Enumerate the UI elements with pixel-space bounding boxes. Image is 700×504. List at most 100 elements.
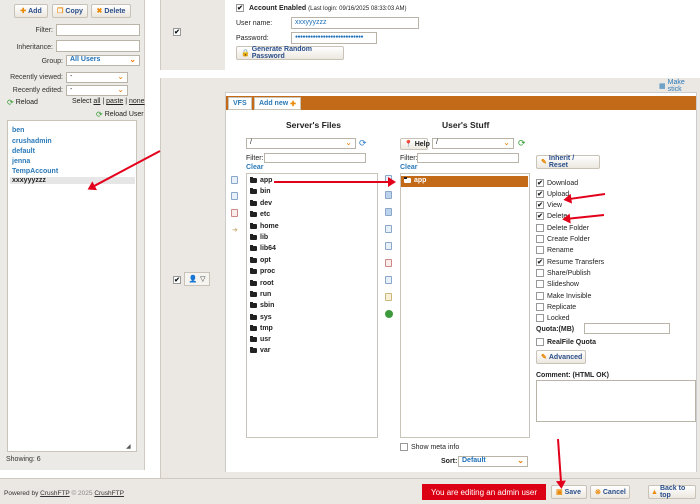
- advanced-button[interactable]: ✎ Advanced: [536, 350, 586, 364]
- user-path-select[interactable]: /: [432, 138, 514, 149]
- crushftp-copyright-link[interactable]: CrushFTP: [94, 490, 124, 497]
- server-path-select[interactable]: /: [246, 138, 356, 149]
- server-folder-row[interactable]: home: [250, 223, 279, 230]
- list-item-user-selected[interactable]: xxxyyyzzz: [10, 177, 135, 184]
- permission-checkbox[interactable]: ✔: [536, 179, 544, 187]
- cancel-button[interactable]: ⊗ Cancel: [590, 485, 630, 499]
- permission-checkbox[interactable]: [536, 246, 544, 254]
- password-input[interactable]: ●●●●●●●●●●●●●●●●●●●●●●●●●●●: [291, 32, 377, 44]
- user-filter-input[interactable]: [56, 24, 140, 36]
- user-clear-link[interactable]: Clear: [400, 164, 418, 171]
- inherit-reset-button[interactable]: ✎ Inherit / Reset: [536, 155, 600, 169]
- permission-checkbox[interactable]: ✔: [536, 212, 544, 220]
- crushftp-link[interactable]: CrushFTP: [40, 490, 70, 497]
- list-item-user[interactable]: ben: [12, 127, 24, 134]
- user-folder-row[interactable]: app: [404, 177, 426, 184]
- permission-checkbox[interactable]: [536, 292, 544, 300]
- permission-rename[interactable]: Rename: [536, 246, 573, 254]
- permission-slideshow[interactable]: Slideshow: [536, 280, 579, 288]
- refresh-tree-icon[interactable]: ⟳: [359, 138, 367, 149]
- globe-icon[interactable]: [385, 310, 393, 318]
- server-folder-row[interactable]: sys: [250, 314, 272, 321]
- user-menu-button[interactable]: 👤 ▽: [184, 272, 210, 286]
- account-enabled-checkbox[interactable]: ✔: [236, 4, 244, 12]
- permission-checkbox[interactable]: ✔: [536, 258, 544, 266]
- server-folder-row[interactable]: tmp: [250, 325, 273, 332]
- permission-download[interactable]: ✔ Download: [536, 179, 578, 187]
- server-folder-row[interactable]: etc: [250, 211, 270, 218]
- permission-checkbox[interactable]: ✔: [536, 190, 544, 198]
- image-icon[interactable]: [385, 208, 392, 216]
- server-filter-input[interactable]: [264, 153, 366, 163]
- show-meta-checkbox[interactable]: [400, 443, 408, 451]
- delete-user-button[interactable]: ✖ Delete: [91, 4, 131, 18]
- server-folder-row[interactable]: run: [250, 291, 271, 298]
- realfile-quota-option[interactable]: RealFile Quota: [536, 338, 596, 346]
- permission-checkbox[interactable]: [536, 269, 544, 277]
- realfile-quota-checkbox[interactable]: [536, 338, 544, 346]
- refresh-icon[interactable]: ⟳: [518, 138, 526, 149]
- copy-user-button[interactable]: ❐ Copy: [52, 4, 88, 18]
- recently-viewed-select[interactable]: -: [66, 72, 128, 83]
- list-item-user[interactable]: jenna: [12, 158, 30, 165]
- help-button[interactable]: 📍 Help: [400, 138, 430, 150]
- generate-password-button[interactable]: 🔒 Generate Random Password: [236, 46, 344, 60]
- delete-icon[interactable]: [385, 259, 392, 267]
- list-item-user[interactable]: TempAccount: [12, 168, 58, 175]
- resize-handle-icon[interactable]: ◢: [126, 443, 131, 450]
- permission-checkbox[interactable]: [536, 224, 544, 232]
- sort-select[interactable]: Default: [458, 456, 528, 467]
- permission-create-folder[interactable]: Create Folder: [536, 235, 590, 243]
- permission-locked[interactable]: Locked: [536, 314, 570, 322]
- add-folder-icon[interactable]: [385, 191, 392, 199]
- server-folder-row[interactable]: dev: [250, 200, 272, 207]
- copy-icon[interactable]: [385, 225, 392, 233]
- server-folder-row[interactable]: var: [250, 347, 271, 354]
- save-icon[interactable]: [385, 242, 392, 250]
- quota-input[interactable]: [584, 323, 670, 334]
- permission-checkbox[interactable]: [536, 303, 544, 311]
- select-all-link[interactable]: all: [93, 98, 100, 105]
- add-user-button[interactable]: ✚ Add: [14, 4, 48, 18]
- server-folder-row[interactable]: app: [250, 177, 272, 184]
- back-to-top-button[interactable]: ▲ Back to top: [648, 485, 696, 499]
- inheritance-input[interactable]: [56, 40, 140, 52]
- list-icon[interactable]: [385, 276, 392, 284]
- file-icon[interactable]: [231, 192, 238, 200]
- recently-edited-select[interactable]: -: [66, 85, 128, 96]
- permission-resume-transfers[interactable]: ✔ Resume Transfers: [536, 258, 604, 266]
- reload-button[interactable]: ⟳ Reload: [7, 98, 38, 107]
- server-folder-row[interactable]: usr: [250, 336, 271, 343]
- list-item-user[interactable]: crushadmin: [12, 138, 52, 145]
- list-item-user[interactable]: default: [12, 148, 35, 155]
- permission-delete-folder[interactable]: Delete Folder: [536, 224, 589, 232]
- select-none-link[interactable]: none: [129, 98, 145, 105]
- permission-checkbox[interactable]: ✔: [536, 201, 544, 209]
- permission-view[interactable]: ✔ View: [536, 201, 562, 209]
- permission-make-invisible[interactable]: Make Invisible: [536, 292, 591, 300]
- server-folder-row[interactable]: root: [250, 280, 274, 287]
- server-folder-row[interactable]: sbin: [250, 302, 274, 309]
- paste-icon[interactable]: [385, 293, 392, 301]
- comment-textarea[interactable]: [536, 380, 696, 422]
- reload-user-button[interactable]: ⟳ Reload User: [96, 110, 144, 119]
- server-folder-row[interactable]: lib64: [250, 245, 276, 252]
- user-filter-input[interactable]: [417, 153, 519, 163]
- tab-add-new[interactable]: Add new ✚: [254, 97, 302, 110]
- tab-vfs[interactable]: VFS: [228, 97, 252, 110]
- arrow-icon[interactable]: ➜: [232, 226, 238, 234]
- row-checkbox[interactable]: ✔: [173, 28, 181, 36]
- permission-share-publish[interactable]: Share/Publish: [536, 269, 591, 277]
- make-sticky-link[interactable]: ▦ Make stick: [659, 79, 700, 93]
- server-folder-row[interactable]: opt: [250, 257, 271, 264]
- permission-checkbox[interactable]: [536, 235, 544, 243]
- vfs-checkbox[interactable]: ✔: [173, 276, 181, 284]
- permission-checkbox[interactable]: [536, 280, 544, 288]
- group-select[interactable]: All Users: [66, 55, 140, 66]
- show-meta-option[interactable]: Show meta info: [400, 443, 459, 451]
- permission-replicate[interactable]: Replicate: [536, 303, 576, 311]
- file-icon[interactable]: [231, 209, 238, 217]
- server-folder-row[interactable]: bin: [250, 188, 271, 195]
- file-icon[interactable]: [231, 176, 238, 184]
- server-folder-row[interactable]: proc: [250, 268, 275, 275]
